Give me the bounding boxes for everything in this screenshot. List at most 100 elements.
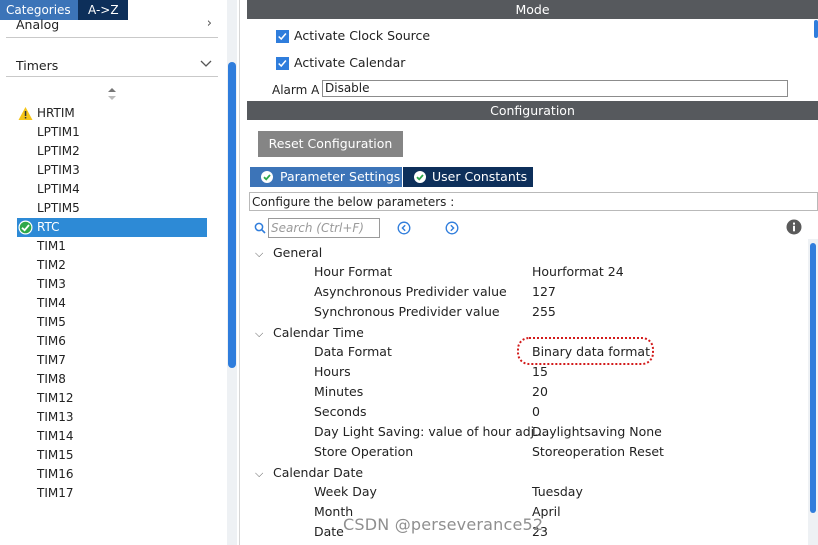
peripheral-name: RTC [37,220,60,234]
activate-clock-source-checkbox[interactable] [276,30,289,43]
param-value[interactable]: Tuesday [532,484,583,499]
activate-clock-source-label: Activate Clock Source [294,28,431,43]
peripheral-item-tim7[interactable]: TIM7 [17,351,207,370]
peripheral-name: LPTIM3 [37,163,80,177]
category-timers[interactable]: Timers [6,53,218,77]
param-name[interactable]: Hour Format [314,264,392,279]
peripheral-item-lptim1[interactable]: LPTIM1 [17,123,207,142]
peripheral-item-tim12[interactable]: TIM12 [17,389,207,408]
peripheral-item-lptim5[interactable]: LPTIM5 [17,199,207,218]
reset-configuration-button[interactable]: Reset Configuration [258,131,403,157]
group-calendar-time[interactable]: ⌵ Calendar Time [255,323,364,342]
tab-parameter-settings[interactable]: Parameter Settings [250,167,402,187]
tab-label: Parameter Settings [280,169,401,184]
chevron-down-icon: ⌵ [255,467,264,480]
param-name[interactable]: Day Light Saving: value of hour adj... [314,424,546,439]
peripheral-item-tim15[interactable]: TIM15 [17,446,207,465]
param-name[interactable]: Week Day [314,484,377,499]
param-name[interactable]: Store Operation [314,444,413,459]
data-format-highlight [517,337,654,365]
left-scrollbar[interactable] [227,0,237,545]
warning-icon [18,107,33,120]
peripheral-name: TIM8 [37,372,66,386]
param-name[interactable]: Asynchronous Predivider value [314,284,507,299]
peripheral-panel: Categories A->Z Analog › Timers HRTIM LP… [0,0,240,545]
peripheral-name: TIM12 [37,391,74,405]
info-icon[interactable] [786,219,802,235]
peripheral-item-tim13[interactable]: TIM13 [17,408,207,427]
peripheral-item-tim3[interactable]: TIM3 [17,275,207,294]
peripheral-item-tim6[interactable]: TIM6 [17,332,207,351]
peripheral-item-tim4[interactable]: TIM4 [17,294,207,313]
peripheral-name: LPTIM2 [37,144,80,158]
sort-icon[interactable] [107,87,117,101]
param-value[interactable]: 15 [532,364,548,379]
peripheral-item-rtc[interactable]: RTC [17,218,207,237]
parameter-scrollbar[interactable] [808,239,818,545]
search-input[interactable]: Search (Ctrl+F) [268,218,380,238]
param-name[interactable]: Hours [314,364,351,379]
peripheral-item-tim1[interactable]: TIM1 [17,237,207,256]
peripheral-item-tim8[interactable]: TIM8 [17,370,207,389]
peripheral-item-tim5[interactable]: TIM5 [17,313,207,332]
peripheral-name: TIM3 [37,277,66,291]
checkmark-icon [278,60,287,68]
peripheral-item-hrtim[interactable]: HRTIM [17,104,207,123]
group-calendar-date[interactable]: ⌵ Calendar Date [255,463,363,482]
chevron-down-icon: ⌵ [255,327,264,340]
param-name[interactable]: Minutes [314,384,363,399]
next-result-icon[interactable] [445,221,459,235]
watermark: CSDN @perseverance52 [343,515,544,534]
peripheral-name: TIM16 [37,467,74,481]
group-label: Calendar Date [272,465,364,480]
peripheral-name: TIM6 [37,334,66,348]
peripheral-item-tim16[interactable]: TIM16 [17,465,207,484]
param-value[interactable]: 127 [532,284,556,299]
param-value[interactable]: 255 [532,304,556,319]
peripheral-name: TIM13 [37,410,74,424]
category-label: Analog [16,17,60,32]
peripheral-name: LPTIM1 [37,125,80,139]
activate-calendar-label: Activate Calendar [294,55,406,70]
param-name[interactable]: Data Format [314,344,392,359]
param-value[interactable]: Hourformat 24 [532,264,624,279]
peripheral-item-tim2[interactable]: TIM2 [17,256,207,275]
mode-scrollbar-thumb[interactable] [814,20,818,38]
checkmark-icon [278,33,287,41]
param-name[interactable]: Synchronous Predivider value [314,304,500,319]
search-icon [254,222,266,234]
group-general[interactable]: ⌵ General [255,243,322,262]
peripheral-item-lptim2[interactable]: LPTIM2 [17,142,207,161]
chevron-down-icon [200,60,212,67]
param-value[interactable]: Storeoperation Reset [532,444,664,459]
configure-instructions: Configure the below parameters : [249,192,818,211]
tab-user-constants[interactable]: User Constants [403,167,533,187]
param-name[interactable]: Date [314,524,344,539]
configuration-header: Configuration [247,101,818,120]
activate-calendar-checkbox[interactable] [276,57,289,70]
peripheral-item-tim14[interactable]: TIM14 [17,427,207,446]
peripheral-item-lptim4[interactable]: LPTIM4 [17,180,207,199]
peripheral-name: TIM17 [37,486,74,500]
param-value[interactable]: Daylightsaving None [532,424,662,439]
param-name[interactable]: Seconds [314,404,367,419]
peripheral-item-lptim3[interactable]: LPTIM3 [17,161,207,180]
parameter-scrollbar-thumb[interactable] [810,243,816,513]
group-label: Calendar Time [272,325,364,340]
tab-label: User Constants [432,169,528,184]
previous-result-icon[interactable] [397,221,411,235]
peripheral-item-tim17[interactable]: TIM17 [17,484,207,503]
alarm-a-label: Alarm A [272,83,320,97]
peripheral-name: TIM7 [37,353,66,367]
peripheral-name: TIM15 [37,448,74,462]
check-circle-icon [18,220,33,235]
mode-header: Mode [247,0,818,19]
param-value[interactable]: 20 [532,384,548,399]
alarm-a-select[interactable]: Disable [322,80,788,97]
peripheral-name: TIM5 [37,315,66,329]
check-circle-icon [261,171,273,183]
param-value[interactable]: 0 [532,404,540,419]
category-analog[interactable]: Analog › [6,16,218,38]
left-scrollbar-thumb[interactable] [228,62,236,368]
chevron-right-icon: › [206,16,212,31]
